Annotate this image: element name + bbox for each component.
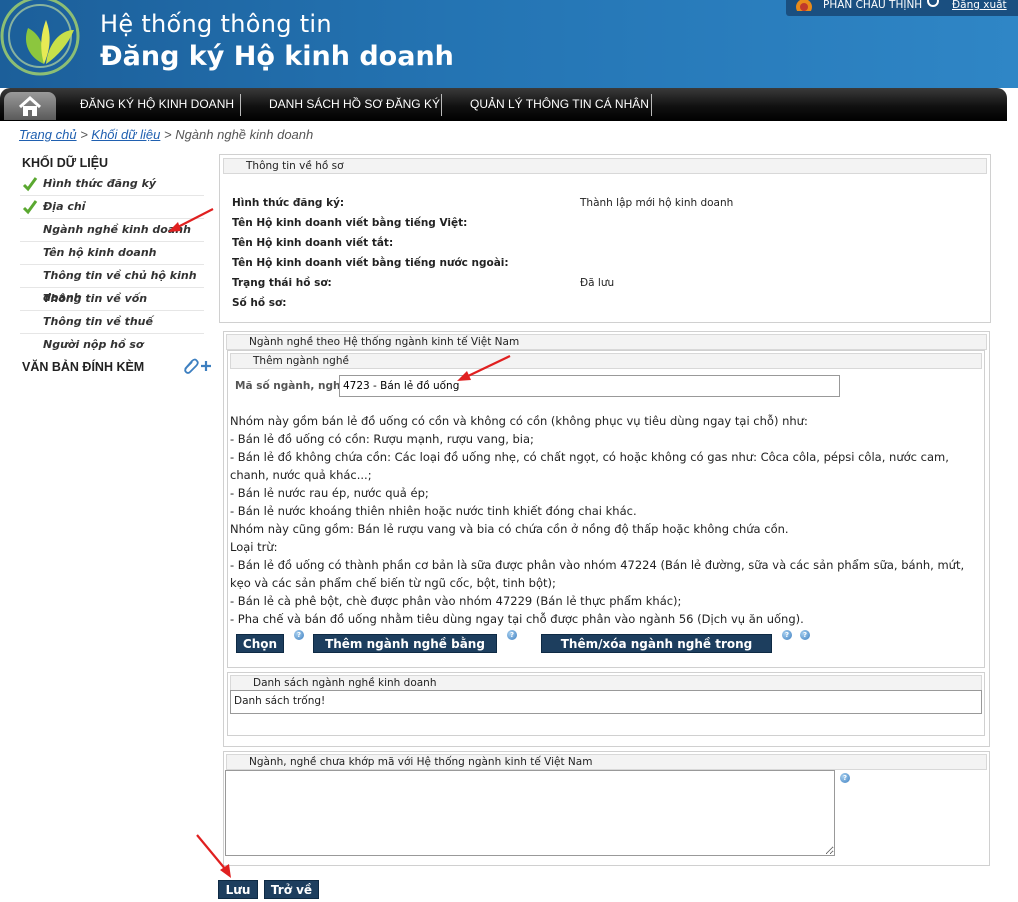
description-line: Nhóm này gồm bán lẻ đồ uống có cồn và kh…	[230, 414, 808, 428]
user-avatar-icon	[796, 0, 812, 11]
breadcrumb-separator: >	[76, 127, 92, 142]
sidebar-item-label: Tên hộ kinh doanh	[43, 246, 157, 259]
industry-list-box: Danh sách trống!	[230, 690, 982, 714]
home-button[interactable]	[4, 92, 56, 120]
app-title-line2: Đăng ký Hộ kinh doanh	[100, 41, 454, 72]
industry-list-heading: Danh sách ngành nghề kinh doanh	[230, 675, 982, 691]
sidebar-item-label: Người nộp hồ sơ	[43, 338, 144, 351]
power-icon[interactable]	[927, 0, 939, 7]
help-icon[interactable]: ?	[800, 630, 810, 640]
info-label: Tên Hộ kinh doanh viết bằng tiếng nước n…	[232, 257, 509, 269]
check-icon	[22, 177, 38, 192]
sidebar-item-label: Thông tin về thuế	[43, 315, 153, 328]
info-value: Thành lập mới hộ kinh doanh	[580, 197, 734, 209]
description-line: - Bán lẻ đồ uống có cồn: Rượu mạnh, rượu…	[230, 432, 534, 446]
user-name: PHAN CHÂU THỊNH	[823, 0, 923, 11]
info-label: Số hồ sơ:	[232, 297, 287, 309]
help-icon[interactable]: ?	[840, 773, 850, 783]
industry-description: Nhóm này gồm bán lẻ đồ uống có cồn và kh…	[230, 412, 982, 628]
description-line: - Bán lẻ đồ uống có thành phần cơ bản là…	[230, 558, 965, 590]
record-info-heading: Thông tin về hồ sơ	[223, 158, 987, 174]
industry-code-label: Mã số ngành, nghề	[235, 380, 348, 392]
info-label: Tên Hộ kinh doanh viết tắt:	[232, 237, 394, 249]
info-label: Hình thức đăng ký:	[232, 197, 345, 209]
help-icon[interactable]: ?	[507, 630, 517, 640]
help-icon[interactable]: ?	[294, 630, 304, 640]
nav-profile[interactable]: QUẢN LÝ THÔNG TIN CÁ NHÂN	[470, 88, 649, 121]
nav-divider	[441, 94, 442, 116]
nav-record-list[interactable]: DANH SÁCH HỒ SƠ ĐĂNG KÝ	[269, 88, 440, 121]
logout-link[interactable]: Đăng xuất	[952, 0, 1007, 11]
breadcrumb-home-link[interactable]: Trang chủ	[19, 127, 77, 142]
info-label: Tên Hộ kinh doanh viết bằng tiếng Việt:	[232, 217, 468, 229]
choose-button[interactable]: Chọn	[236, 634, 284, 653]
add-by-code-button[interactable]: Thêm ngành nghề bằng mã số	[313, 634, 497, 670]
app-title-line1: Hệ thống thông tin	[100, 10, 332, 38]
breadcrumb-separator: >	[160, 127, 176, 142]
user-bar: PHAN CHÂU THỊNH Đăng xuất	[786, 0, 1018, 16]
empty-list-text: Danh sách trống!	[234, 695, 326, 707]
breadcrumb-current: Ngành nghề kinh doanh	[175, 127, 314, 142]
add-industry-heading: Thêm ngành nghề	[230, 353, 982, 369]
home-icon	[18, 95, 42, 116]
nav-register[interactable]: ĐĂNG KÝ HỘ KINH DOANH	[80, 88, 234, 121]
sidebar-item-tax[interactable]: Thông tin về thuế	[20, 311, 204, 334]
industry-code-input[interactable]	[339, 375, 840, 397]
nav-divider	[240, 94, 241, 116]
unmatched-heading: Ngành, nghề chưa khớp mã với Hệ thống ng…	[226, 754, 987, 770]
sidebar-item-label: Địa chỉ	[43, 200, 86, 213]
unmatched-textarea[interactable]	[225, 770, 835, 856]
sidebar-heading: KHỐI DỮ LIỆU	[22, 156, 109, 170]
sidebar-item-label: Hình thức đăng ký	[43, 177, 157, 190]
sidebar-item-label: Ngành nghề kinh doanh	[43, 223, 191, 236]
sidebar-item-registration-type[interactable]: Hình thức đăng ký	[20, 173, 204, 196]
description-line: - Bán lẻ nước rau ép, nước quả ép;	[230, 486, 429, 500]
sidebar-item-address[interactable]: Địa chỉ	[20, 196, 204, 219]
back-button[interactable]: Trở về	[264, 880, 319, 899]
sidebar-item-industry[interactable]: Ngành nghề kinh doanh	[20, 219, 204, 242]
description-line: - Bán lẻ đồ không chứa cồn: Các loại đồ …	[230, 450, 949, 482]
description-line: Nhóm này cũng gồm: Bán lẻ rượu vang và b…	[230, 522, 789, 536]
sidebar-item-label: Thông tin về vốn	[43, 292, 148, 305]
app-logo-icon	[0, 0, 80, 76]
attachments-heading: VĂN BẢN ĐÍNH KÈM	[22, 360, 145, 374]
record-status-value: Đã lưu	[580, 277, 615, 289]
description-line: - Bán lẻ cà phê bột, chè được phân vào n…	[230, 594, 682, 608]
description-line: - Bán lẻ nước khoáng thiên nhiên hoặc nư…	[230, 504, 637, 518]
sidebar-item-submitter[interactable]: Người nộp hồ sơ	[20, 334, 204, 357]
description-line: Loại trừ:	[230, 540, 278, 554]
info-label: Trạng thái hồ sơ:	[232, 277, 332, 289]
breadcrumb: Trang chủ > Khối dữ liệu > Ngành nghề ki…	[19, 127, 313, 142]
nav-divider	[651, 94, 652, 116]
sidebar-item-owner-info[interactable]: Thông tin về chủ hộ kinh doanh	[20, 265, 204, 304]
save-button[interactable]: Lưu	[218, 880, 258, 899]
sidebar-item-capital[interactable]: Thông tin về vốn	[20, 288, 204, 311]
industry-heading: Ngành nghề theo Hệ thống ngành kinh tế V…	[226, 334, 987, 350]
app-header: Hệ thống thông tin Đăng ký Hộ kinh doanh…	[0, 0, 1018, 88]
main-nav: ĐĂNG KÝ HỘ KINH DOANH DANH SÁCH HỒ SƠ ĐĂ…	[0, 88, 1007, 121]
sidebar-item-business-name[interactable]: Tên hộ kinh doanh	[20, 242, 204, 265]
breadcrumb-section-link[interactable]: Khối dữ liệu	[91, 127, 160, 142]
description-line: - Pha chế và bán đồ uống nhằm tiêu dùng …	[230, 612, 804, 626]
attach-add-icon[interactable]	[181, 357, 213, 375]
add-remove-list-button[interactable]: Thêm/xóa ngành nghề trong danh sách	[541, 634, 772, 670]
check-icon	[22, 200, 38, 215]
help-icon[interactable]: ?	[782, 630, 792, 640]
